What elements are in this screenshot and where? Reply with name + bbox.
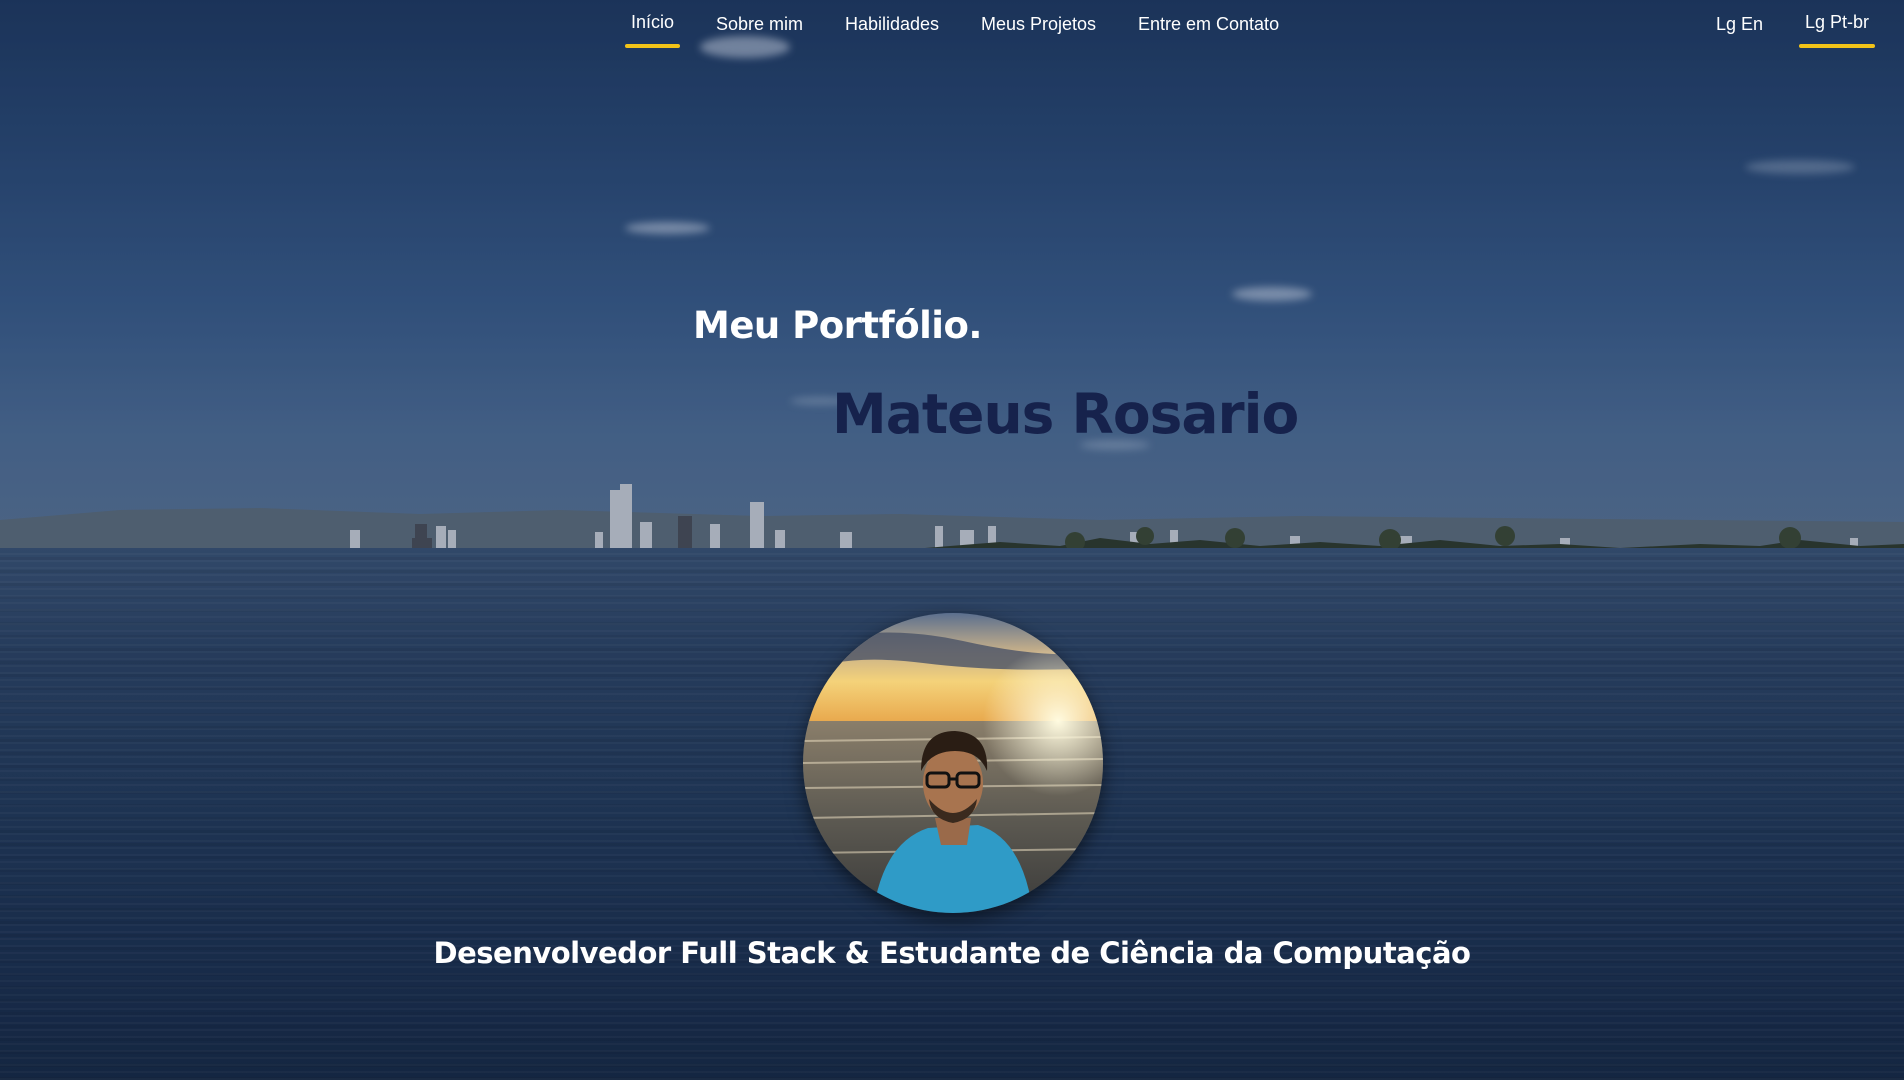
profile-photo-icon: [803, 613, 1103, 913]
background-scene: [0, 0, 1904, 1080]
language-pt-br-button[interactable]: Lg Pt-br: [1799, 12, 1876, 48]
nav-item-inicio[interactable]: Início: [625, 12, 681, 48]
nav-item-sobre-mim[interactable]: Sobre mim: [716, 14, 803, 50]
portfolio-subtitle: Meu Portfólio.: [693, 304, 982, 347]
avatar: [803, 613, 1103, 913]
nav-item-label: Entre em Contato: [1138, 14, 1280, 34]
nav-item-label: Sobre mim: [716, 14, 804, 34]
language-label: Lg En: [1716, 14, 1764, 34]
active-indicator: [625, 44, 681, 48]
nav-item-label: Habilidades: [845, 14, 940, 34]
nav-item-label: Início: [631, 12, 675, 32]
role-tagline: Desenvolvedor Full Stack & Estudante de …: [433, 936, 1471, 970]
top-navigation: Início Sobre mim Habilidades Meus Projet…: [0, 0, 1904, 52]
background-overlay: [0, 0, 1904, 1080]
active-indicator: [1799, 44, 1876, 48]
nav-item-label: Meus Projetos: [981, 14, 1097, 34]
nav-item-meus-projetos[interactable]: Meus Projetos: [981, 14, 1096, 50]
owner-name: Mateus Rosario: [832, 382, 1299, 446]
nav-item-entre-em-contato[interactable]: Entre em Contato: [1138, 14, 1279, 50]
language-label: Lg Pt-br: [1805, 12, 1870, 32]
language-en-button[interactable]: Lg En: [1716, 14, 1763, 50]
nav-item-habilidades[interactable]: Habilidades: [845, 14, 939, 50]
